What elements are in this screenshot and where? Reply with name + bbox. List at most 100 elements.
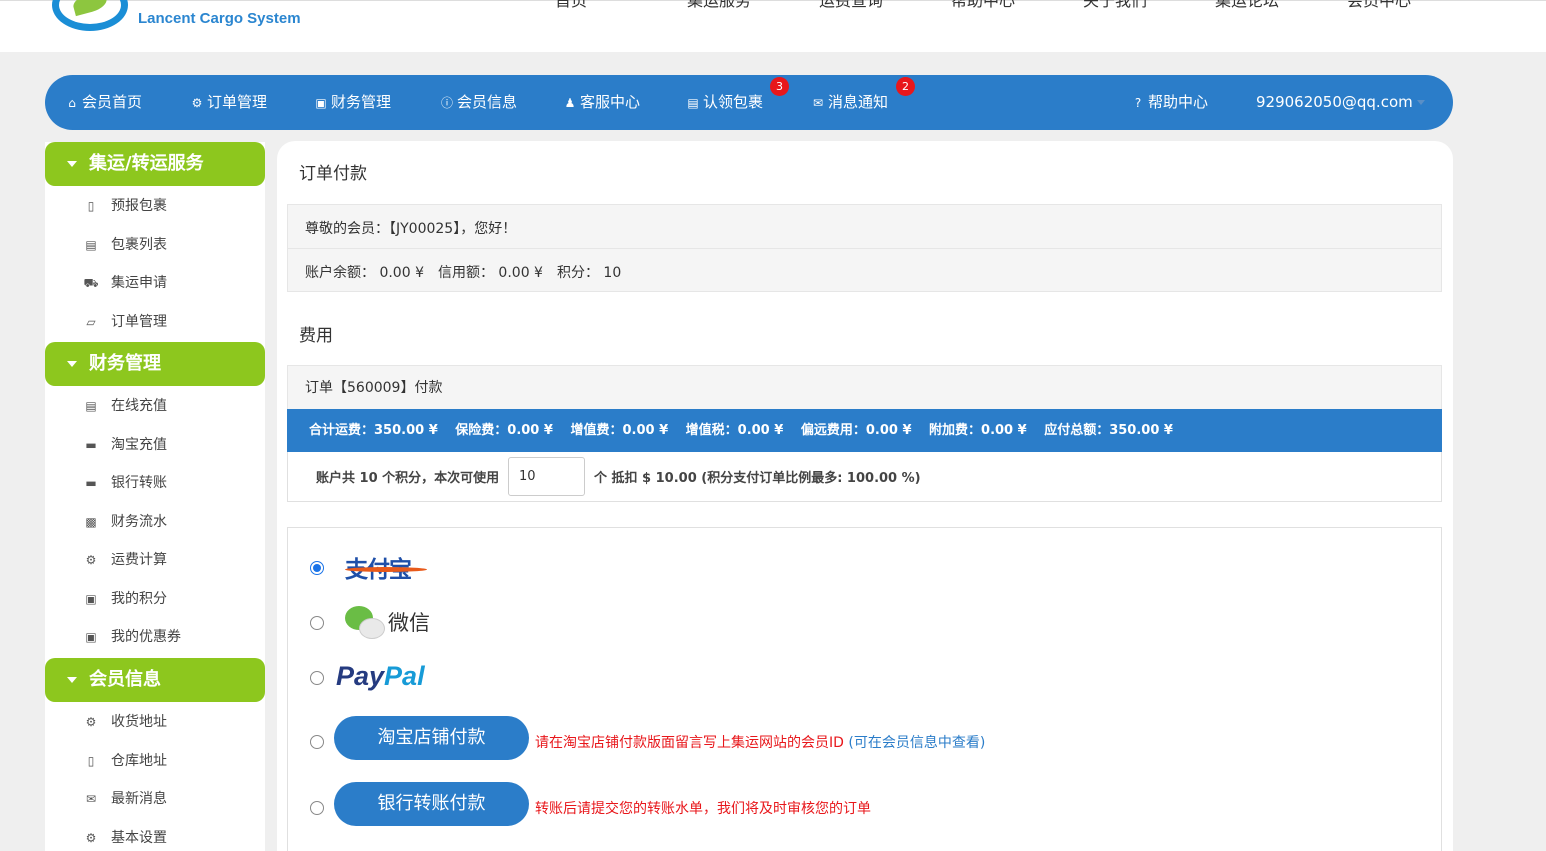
nav-messages-label: 消息通知 [828,93,889,111]
fee-remote: 偏远费用：0.00 ¥ [800,423,912,438]
wechat-icon[interactable] [345,606,385,640]
credit-card-icon: ▬ [85,438,97,452]
brand-logo-icon[interactable] [52,0,128,31]
taobao-note-link[interactable]: (可在会员信息中查看) [848,735,985,751]
taobao-note-text: 请在淘宝店铺付款版面留言写上集运网站的会员ID [535,735,844,751]
sidebar-section-member[interactable]: 会员信息 [45,658,265,702]
bank-radio[interactable] [310,801,324,815]
sidebar-item-label: 财务流水 [111,514,167,530]
book-icon: ▱ [86,315,96,329]
points-prefix-text: 账户共 10 个积分，本次可使用 [316,471,500,486]
sidebar-item-taobao-recharge[interactable]: ▬ 淘宝充值 [45,426,265,464]
paypal-label-pal: Pal [384,661,425,691]
nav-claim-parcel[interactable]: ▤ 认领包裹 [686,75,763,130]
fee-amount-due: 应付总额：350.00 ¥ [1044,423,1173,438]
sidebar-item-my-points[interactable]: ▣ 我的积分 [45,580,265,618]
main-nav: ⌂ 会员首页 ⚙ 订单管理 ▣ 财务管理 ⓘ 会员信息 ♟ 客服中心 ▤ 认领包裹 3 ✉ 消… [45,75,1453,130]
building-icon: ▯ [87,754,95,768]
sidebar-item-label: 订单管理 [111,314,167,330]
top-nav-rates[interactable]: 运费查询 [819,0,883,11]
bank-note: 转账后请提交您的转账水单，我们将及时审核您的订单 [535,801,871,817]
sidebar-item-settings[interactable]: ⚙ 基本设置 [45,819,265,851]
envelope-icon: ✉ [812,96,824,110]
sidebar-item-transactions[interactable]: ▩ 财务流水 [45,503,265,541]
sidebar-item-label: 银行转账 [111,475,167,491]
sidebar-item-label: 淘宝充值 [111,437,167,453]
alipay-radio[interactable] [310,561,324,575]
nav-help-label: 帮助中心 [1148,93,1209,111]
sidebar-item-label: 包裹列表 [111,237,167,253]
sidebar-item-my-coupons[interactable]: ▣ 我的优惠券 [45,618,265,656]
gear-icon: ⚙ [191,96,203,110]
cogs-icon: ⚙ [85,715,97,729]
sidebar-item-latest-news[interactable]: ✉ 最新消息 [45,780,265,818]
nav-orders-label: 订单管理 [207,93,268,111]
sidebar-section-title: 会员信息 [89,669,161,690]
fee-vat: 增值税：0.00 ¥ [685,423,784,438]
nav-member-home[interactable]: ⌂ 会员首页 [65,75,142,130]
taobao-radio[interactable] [310,735,324,749]
user-icon: ♟ [564,96,576,110]
alipay-logo[interactable]: 支付宝 [345,550,427,584]
divider [288,248,1441,249]
nav-service-label: 客服中心 [580,93,641,111]
sidebar-item-bank-transfer[interactable]: ▬ 银行转账 [45,464,265,502]
fee-insurance: 保险费：0.00 ¥ [455,423,553,438]
nav-member-info[interactable]: ⓘ 会员信息 [440,75,517,130]
nav-help[interactable]: ? 帮助中心 [1131,75,1208,130]
account-info-box: 尊敬的会员：【JY00025】，您好！ 账户余额： 0.00 ¥ 信用额： 0.… [287,204,1442,292]
nav-finance[interactable]: ▣ 财务管理 [314,75,391,130]
sidebar-item-consolidate[interactable]: ⛟ 集运申请 [45,264,265,302]
wechat-radio[interactable] [310,616,324,630]
sidebar-item-orders[interactable]: ▱ 订单管理 [45,303,265,341]
top-nav-member[interactable]: 会员中心 [1347,0,1411,11]
fee-summary-bar: 合计运费：350.00 ¥ 保险费：0.00 ¥ 增值费：0.00 ¥ 增值税：… [287,409,1442,452]
caret-down-icon [67,677,77,683]
top-nav-home[interactable]: 首页 [555,0,587,11]
sidebar-item-label: 在线充值 [111,398,167,414]
nav-orders[interactable]: ⚙ 订单管理 [190,75,267,130]
sidebar-item-label: 最新消息 [111,791,167,807]
sidebar-item-forecast[interactable]: ▯ 预报包裹 [45,187,265,225]
taobao-pay-button[interactable]: 淘宝店铺付款 [334,716,529,760]
nav-service[interactable]: ♟ 客服中心 [563,75,640,130]
gift-icon: ▣ [85,630,97,644]
fee-section-title: 费用 [299,326,333,346]
top-nav-about[interactable]: 关于我们 [1083,0,1147,11]
home-icon: ⌂ [68,96,76,110]
claim-count-badge: 3 [770,77,789,96]
sidebar-item-label: 我的积分 [111,591,167,607]
bank-transfer-button[interactable]: 银行转账付款 [334,782,529,826]
alipay-swoosh-icon [345,567,427,572]
wechat-label[interactable]: 微信 [388,607,430,637]
sidebar-item-label: 仓库地址 [111,753,167,769]
sidebar-item-parcel-list[interactable]: ▤ 包裹列表 [45,226,265,264]
sidebar-section-title: 财务管理 [89,353,161,374]
sidebar-item-warehouse[interactable]: ▯ 仓库地址 [45,742,265,780]
paypal-label-pay: Pay [336,661,385,691]
messages-count-badge: 2 [896,77,915,96]
points-input[interactable] [508,457,585,496]
chevron-down-icon[interactable] [1417,100,1425,105]
money-icon: ▣ [315,96,327,110]
paypal-radio[interactable] [310,671,324,685]
sidebar-item-shipping-calc[interactable]: ⚙ 运费计算 [45,541,265,579]
envelope-icon: ✉ [85,792,97,806]
info-icon: ⓘ [440,96,453,110]
top-nav-service[interactable]: 集运服务 [687,0,751,11]
paypal-logo[interactable]: PayPal [336,661,425,692]
sidebar-item-label: 运费计算 [111,552,167,568]
archive-icon: ▤ [687,96,699,110]
top-nav-forum[interactable]: 集运论坛 [1215,0,1279,11]
top-nav-help[interactable]: 帮助中心 [951,0,1015,11]
nav-messages[interactable]: ✉ 消息通知 [811,75,888,130]
nav-claim-parcel-label: 认领包裹 [703,93,764,111]
sidebar-section-finance[interactable]: 财务管理 [45,342,265,386]
sidebar-item-address[interactable]: ⚙ 收货地址 [45,703,265,741]
sidebar-item-label: 预报包裹 [111,198,167,214]
user-menu[interactable]: 929062050@qq.com [1256,75,1413,130]
sidebar-item-online-recharge[interactable]: ▤ 在线充值 [45,387,265,425]
nav-member-info-label: 会员信息 [457,93,518,111]
sidebar-section-title: 集运/转运服务 [89,153,204,174]
sidebar-section-shipping[interactable]: 集运/转运服务 [45,142,265,186]
